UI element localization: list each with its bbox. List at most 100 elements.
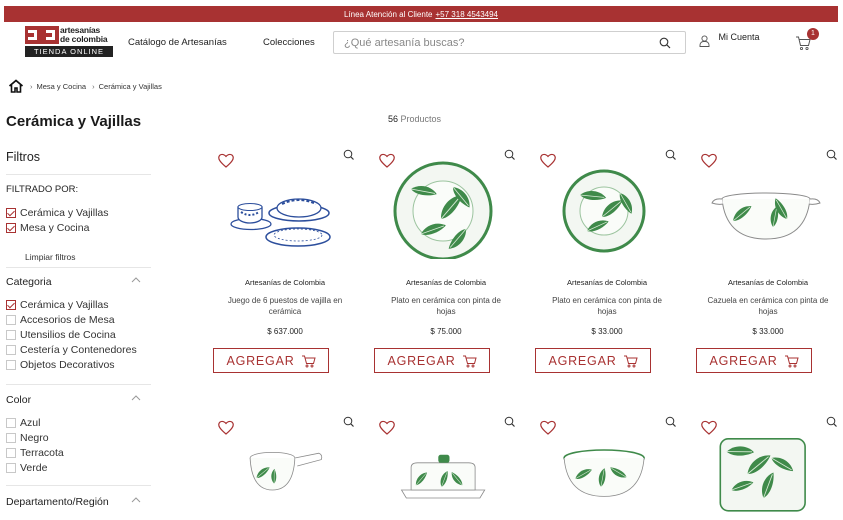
heart-icon[interactable] xyxy=(701,420,717,435)
site-logo[interactable]: artesanías de colombia TIENDA ONLINE xyxy=(25,26,115,60)
product-image[interactable] xyxy=(381,434,506,514)
product-name[interactable]: Plato en cerámica con pinta de hojas xyxy=(381,295,511,317)
chevron-right-icon: › xyxy=(92,81,95,91)
nav-collections-link[interactable]: Colecciones xyxy=(263,37,315,48)
cart-icon xyxy=(623,355,638,367)
chevron-up-icon xyxy=(131,395,141,401)
category-option[interactable]: Cerámica y Vajillas xyxy=(6,298,109,312)
product-name[interactable]: Juego de 6 puestos de vajilla en cerámic… xyxy=(220,295,350,317)
product-image[interactable] xyxy=(381,159,506,259)
checkbox[interactable] xyxy=(6,315,16,325)
search-input[interactable] xyxy=(334,32,644,53)
category-option[interactable]: Accesorios de Mesa xyxy=(6,313,115,327)
add-to-cart-label: AGREGAR xyxy=(226,353,295,368)
chevron-up-icon xyxy=(131,497,141,503)
product-brand: Artesanías de Colombia xyxy=(727,278,809,287)
product-card[interactable]: Artesanías de Colombia Juego de 6 puesto… xyxy=(210,147,360,377)
user-icon xyxy=(699,35,710,47)
product-name[interactable]: Plato en cerámica con pinta de hojas xyxy=(542,295,672,317)
product-image[interactable] xyxy=(703,159,828,259)
product-card[interactable]: Artesanías de Colombia Plato en cerámica… xyxy=(371,147,521,377)
product-card[interactable] xyxy=(693,414,843,520)
checkbox[interactable] xyxy=(6,300,16,310)
color-filter-heading: Color xyxy=(6,394,32,406)
category-option[interactable]: Cestería y Contenedores xyxy=(6,343,137,357)
product-card[interactable]: Artesanías de Colombia Plato en cerámica… xyxy=(532,147,682,377)
divider xyxy=(6,174,151,175)
color-option[interactable]: Azul xyxy=(6,416,40,430)
zoom-icon[interactable] xyxy=(504,416,516,428)
product-card[interactable] xyxy=(532,414,682,520)
add-to-cart-label: AGREGAR xyxy=(709,353,778,368)
active-filter-label: Mesa y Cocina xyxy=(20,222,90,234)
color-option-label: Terracota xyxy=(20,447,64,459)
nav-catalog-link[interactable]: Catálogo de Artesanías xyxy=(128,37,227,48)
add-to-cart-button[interactable]: AGREGAR xyxy=(696,348,812,373)
search-box xyxy=(333,31,686,54)
checkbox[interactable] xyxy=(6,330,16,340)
color-option[interactable]: Negro xyxy=(6,431,49,445)
customer-service-phone-link[interactable]: +57 318 4543494 xyxy=(436,10,499,19)
category-option[interactable]: Objetos Decorativos xyxy=(6,358,115,372)
home-icon[interactable] xyxy=(8,79,24,93)
product-card[interactable]: Artesanías de Colombia Cazuela en cerámi… xyxy=(693,147,843,377)
add-to-cart-button[interactable]: AGREGAR xyxy=(213,348,329,373)
breadcrumb: › Mesa y Cocina › Cerámica y Vajillas xyxy=(8,78,162,94)
color-filter-header[interactable]: Color xyxy=(6,394,151,406)
heart-icon[interactable] xyxy=(218,420,234,435)
product-image[interactable] xyxy=(220,159,345,259)
product-brand: Artesanías de Colombia xyxy=(405,278,487,287)
category-option-label: Cestería y Contenedores xyxy=(20,344,137,356)
product-price: $ 637.000 xyxy=(267,327,303,336)
product-image[interactable] xyxy=(220,434,345,514)
category-filter-heading: Categoria xyxy=(6,276,52,288)
zoom-icon[interactable] xyxy=(826,416,838,428)
chevron-up-icon xyxy=(131,277,141,283)
zoom-icon[interactable] xyxy=(665,416,677,428)
product-image[interactable] xyxy=(703,434,828,514)
category-option[interactable]: Utensilios de Cocina xyxy=(6,328,116,342)
product-image[interactable] xyxy=(542,159,667,259)
region-filter-header[interactable]: Departamento/Región xyxy=(6,496,151,508)
product-card[interactable] xyxy=(210,414,360,520)
add-to-cart-button[interactable]: AGREGAR xyxy=(374,348,490,373)
checkbox[interactable] xyxy=(6,223,16,233)
divider xyxy=(6,267,151,268)
product-name[interactable]: Cazuela en cerámica con pinta de hojas xyxy=(703,295,833,317)
color-option[interactable]: Verde xyxy=(6,461,47,475)
breadcrumb-item[interactable]: Mesa y Cocina xyxy=(37,82,87,91)
filters-heading: Filtros xyxy=(6,150,41,164)
search-icon[interactable] xyxy=(659,37,671,49)
checkbox[interactable] xyxy=(6,360,16,370)
product-count-label: Productos xyxy=(400,114,442,124)
heart-icon[interactable] xyxy=(379,420,395,435)
logo-text: artesanías de colombia xyxy=(60,26,108,44)
checkbox[interactable] xyxy=(6,433,16,443)
logo-line-2: de colombia xyxy=(60,34,108,44)
clear-filters-link[interactable]: Limpiar filtros xyxy=(25,252,76,262)
product-brand: Artesanías de Colombia xyxy=(244,278,326,287)
checkbox[interactable] xyxy=(6,208,16,218)
account-label: Mi Cuenta xyxy=(718,32,760,42)
active-filter[interactable]: Cerámica y Vajillas xyxy=(6,206,109,220)
breadcrumb-item[interactable]: Cerámica y Vajillas xyxy=(99,82,162,91)
color-option[interactable]: Terracota xyxy=(6,446,64,460)
heart-icon[interactable] xyxy=(540,420,556,435)
active-filter[interactable]: Mesa y Cocina xyxy=(6,221,89,235)
product-card[interactable] xyxy=(371,414,521,520)
checkbox[interactable] xyxy=(6,345,16,355)
cart-button[interactable]: 1 xyxy=(795,28,819,54)
color-option-label: Negro xyxy=(20,432,49,444)
add-to-cart-button[interactable]: AGREGAR xyxy=(535,348,651,373)
category-filter-header[interactable]: Categoria xyxy=(6,276,151,288)
checkbox[interactable] xyxy=(6,418,16,428)
zoom-icon[interactable] xyxy=(343,416,355,428)
cart-icon xyxy=(462,355,477,367)
customer-service-text: Línea Atención al Cliente xyxy=(343,9,433,19)
product-image[interactable] xyxy=(542,434,667,514)
active-filter-label: Cerámica y Vajillas xyxy=(20,207,109,219)
category-option-label: Accesorios de Mesa xyxy=(20,314,115,326)
checkbox[interactable] xyxy=(6,448,16,458)
checkbox[interactable] xyxy=(6,463,16,473)
account-button[interactable]: Mi Cuenta xyxy=(699,32,769,54)
